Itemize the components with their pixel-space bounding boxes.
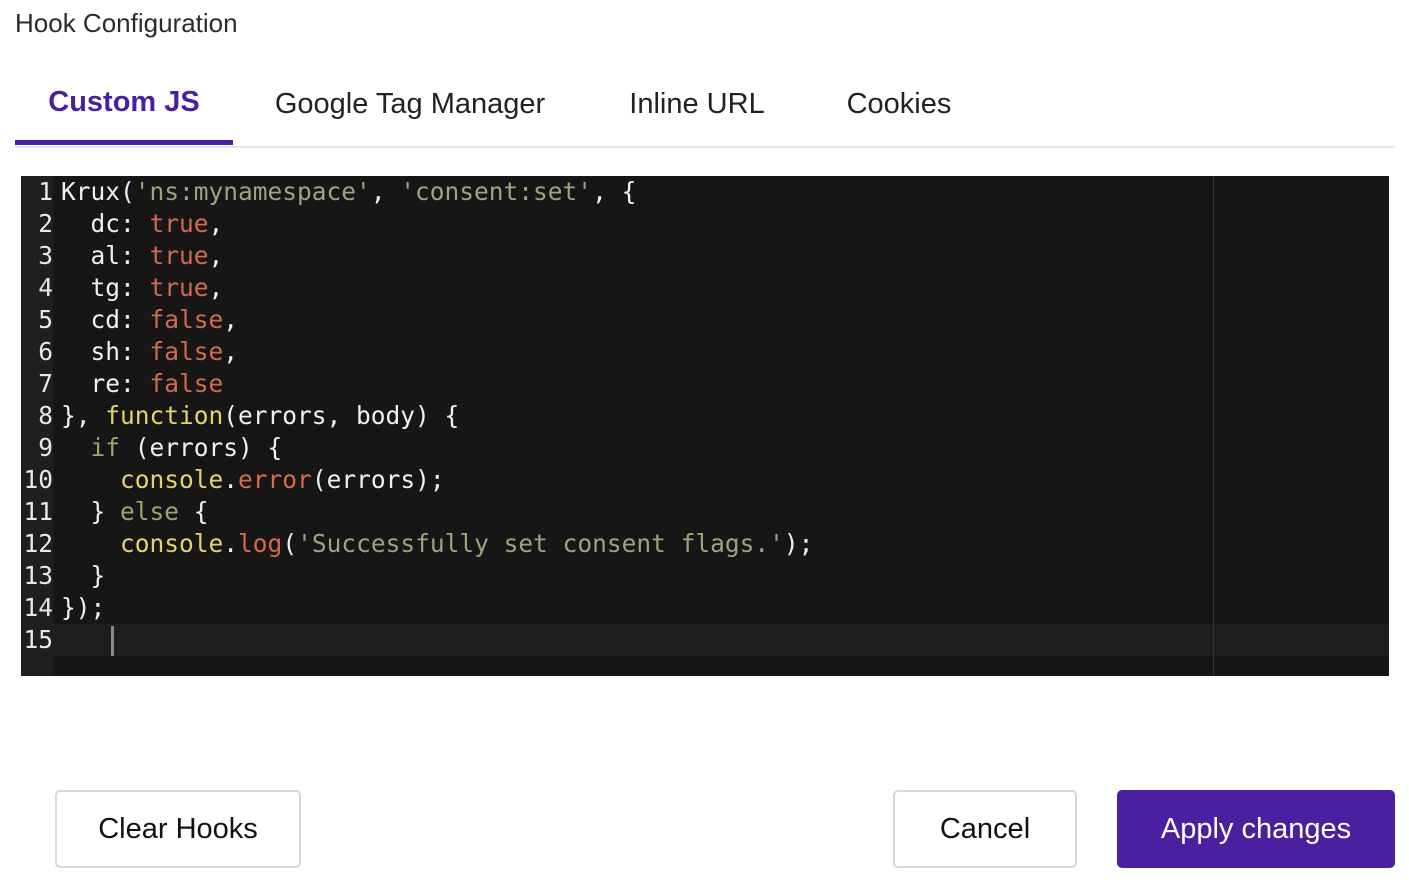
code-line[interactable]: 4 tg: true, [21,272,1389,304]
tab-custom-js[interactable]: Custom JS [15,62,233,145]
clear-hooks-button[interactable]: Clear Hooks [55,790,301,868]
code-line[interactable]: 15 [21,624,1389,656]
tab-cookies[interactable]: Cookies [837,64,961,144]
code-line[interactable]: 7 re: false [21,368,1389,400]
code-line[interactable]: 8 }, function(errors, body) { [21,400,1389,432]
code-line[interactable]: 6 sh: false, [21,336,1389,368]
code-line[interactable]: 14}); [21,592,1389,624]
code-text: console.error(errors); [120,465,445,494]
line-number: 3 [38,241,53,270]
code-text: } else { [61,497,209,526]
code-line[interactable]: 13 } [21,560,1389,592]
line-number: 13 [23,561,53,590]
line-number: 10 [23,465,53,494]
code-text: }); [61,593,106,622]
code-line[interactable]: 2 dc: true, [21,208,1389,240]
code-line[interactable]: 11 } else { [21,496,1389,528]
apply-changes-button[interactable]: Apply changes [1117,790,1395,868]
code-text: console.log('Successfully set consent fl… [120,529,814,558]
code-line[interactable]: 5 cd: false, [21,304,1389,336]
code-line[interactable]: 9 if (errors) { [21,432,1389,464]
line-number: 5 [38,305,53,334]
code-text: if (errors) { [90,433,283,462]
code-text: cd: false, [61,305,239,334]
code-text: tg: true, [61,273,224,302]
code-editor[interactable]: 1 Krux('ns:mynamespace', 'consent:set', {… [21,176,1389,676]
code-line[interactable]: 3 al: true, [21,240,1389,272]
code-line[interactable]: 1 Krux('ns:mynamespace', 'consent:set', { [21,176,1389,208]
text-cursor [111,626,114,656]
code-line[interactable]: 12 console.log('Successfully set consent… [21,528,1389,560]
cancel-button[interactable]: Cancel [893,790,1077,868]
tab-inline-url[interactable]: Inline URL [619,64,775,144]
line-number: 2 [38,209,53,238]
dialog-title: Hook Configuration [15,8,238,38]
line-number: 7 [38,369,53,398]
line-number: 9 [38,433,53,462]
line-number: 15 [23,625,53,654]
code-text: } [61,561,106,590]
line-number: 6 [38,337,53,366]
code-line[interactable]: 10 console.error(errors); [21,464,1389,496]
code-text: dc: true, [61,209,224,238]
code-text: sh: false, [61,337,239,366]
code-text: Krux('ns:mynamespace', 'consent:set', { [61,177,637,206]
tab-bar: Custom JS Google Tag Manager Inline URL … [15,64,1395,148]
line-number: 14 [23,593,53,622]
code-text: al: true, [61,241,224,270]
line-number: 11 [23,497,53,526]
code-text: re: false [61,369,224,398]
line-number: 12 [23,529,53,558]
line-number: 1 [38,177,53,206]
line-number: 4 [38,273,53,302]
line-number: 8 [38,401,53,430]
code-text: }, function(errors, body) { [61,401,460,430]
tab-google-tag-manager[interactable]: Google Tag Manager [263,64,557,144]
